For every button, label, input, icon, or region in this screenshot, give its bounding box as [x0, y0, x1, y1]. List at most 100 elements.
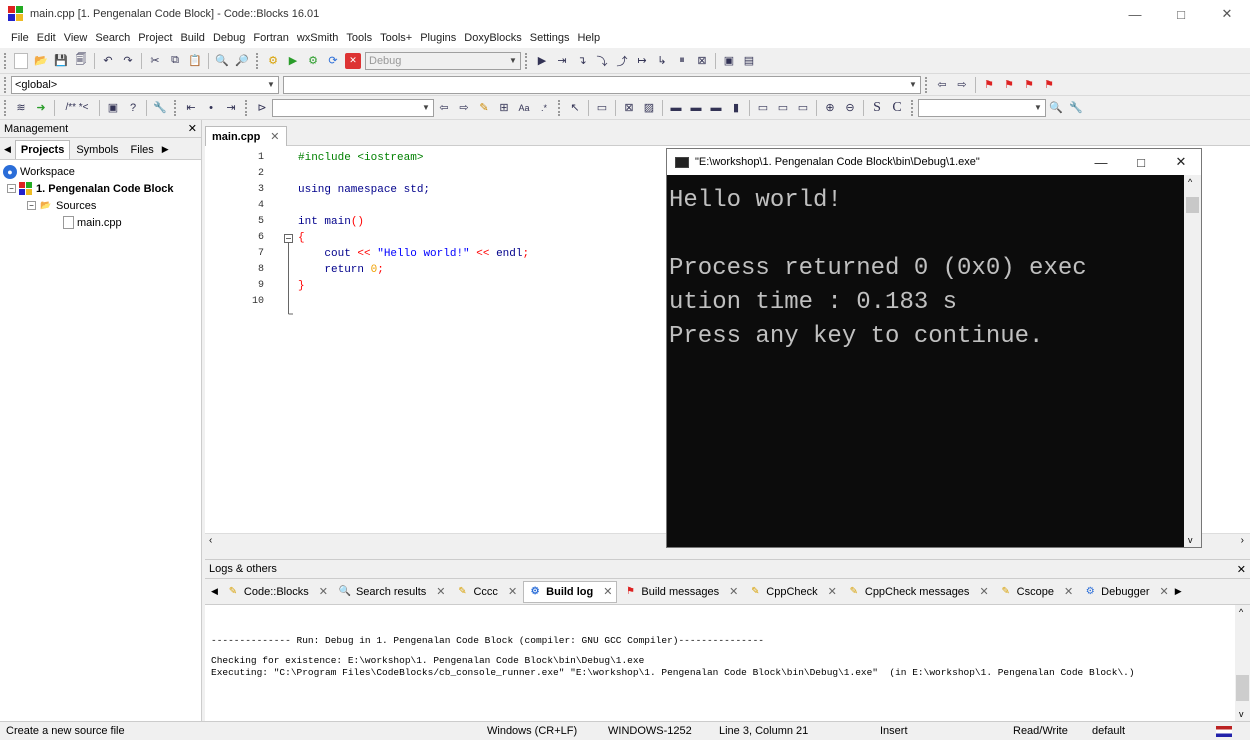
chm-icon[interactable]: ?: [125, 100, 141, 116]
incremental-search-input[interactable]: ▼: [272, 98, 434, 117]
s-icon[interactable]: S: [869, 100, 885, 116]
close-icon[interactable]: ✕: [979, 585, 988, 598]
build-log-output[interactable]: -------------- Run: Debug in 1. Pengenal…: [205, 605, 1235, 721]
log-tab-cppcheck-messages[interactable]: ✎ CppCheck messages ✕: [843, 581, 993, 603]
selected-text-icon[interactable]: ⊞: [496, 100, 512, 116]
block-comment-icon[interactable]: /** *<: [60, 100, 94, 116]
close-icon[interactable]: ✕: [436, 585, 445, 598]
console-window[interactable]: "E:\workshop\1. Pengenalan Code Block\bi…: [666, 148, 1202, 548]
tree-sources[interactable]: − 📂 Sources: [3, 197, 201, 214]
scroll-down-icon[interactable]: v: [1188, 535, 1193, 545]
match-case-icon[interactable]: Aa: [516, 100, 532, 116]
scroll-up-icon[interactable]: ^: [1239, 607, 1243, 617]
close-icon[interactable]: ✕: [729, 585, 738, 598]
layout-3-icon[interactable]: ▬: [708, 100, 724, 116]
bp-forward-icon[interactable]: ⇥: [223, 100, 239, 116]
scope-select[interactable]: <global> ▼: [11, 75, 279, 94]
step-instruction-icon[interactable]: ↳: [654, 53, 670, 69]
build-target-select[interactable]: Debug ▼: [365, 51, 521, 70]
box-3-icon[interactable]: ▭: [795, 100, 811, 116]
log-tab-search-results[interactable]: 🔍 Search results ✕: [334, 581, 450, 603]
layout-4-icon[interactable]: ▮: [728, 100, 744, 116]
search-icon[interactable]: 🔍: [1048, 100, 1064, 116]
menu-plugins[interactable]: Plugins: [416, 32, 460, 44]
highlight-all-icon[interactable]: ✎: [476, 100, 492, 116]
close-icon[interactable]: ✕: [603, 585, 612, 598]
log-tab-build-log[interactable]: ⚙ Build log ✕: [523, 580, 618, 603]
stop-debug-icon[interactable]: ⊠: [694, 53, 710, 69]
goto-icon[interactable]: ⊳: [254, 100, 270, 116]
image2-icon[interactable]: ▨: [641, 100, 657, 116]
menu-tools[interactable]: Tools: [342, 32, 376, 44]
settings-wrench-icon[interactable]: 🔧: [1068, 100, 1084, 116]
save-all-icon[interactable]: 🗐: [73, 53, 89, 69]
zoom-out-icon[interactable]: ⊖: [842, 100, 858, 116]
next-line-icon[interactable]: ↴: [574, 53, 590, 69]
undo-icon[interactable]: ↶: [100, 53, 116, 69]
redo-icon[interactable]: ↷: [120, 53, 136, 69]
bp-dot-icon[interactable]: •: [203, 100, 219, 116]
tab-scroll-right-icon[interactable]: ▶: [1175, 586, 1182, 597]
bookmark-clear-icon[interactable]: ⚑: [1041, 77, 1057, 93]
menu-file[interactable]: File: [7, 32, 33, 44]
menu-project[interactable]: Project: [134, 32, 176, 44]
menu-view[interactable]: View: [60, 32, 92, 44]
log-tab-cccc[interactable]: ✎ Cccc ✕: [451, 581, 521, 603]
log-tab-codeblocks[interactable]: ✎ Code::Blocks ✕: [222, 581, 332, 603]
jump-forward-icon[interactable]: ⇨: [954, 77, 970, 93]
tree-workspace[interactable]: ● Workspace: [3, 163, 201, 180]
tab-scroll-left-icon[interactable]: ◀: [4, 144, 11, 155]
open-icon[interactable]: 📂: [33, 53, 49, 69]
menu-build[interactable]: Build: [176, 32, 208, 44]
new-file-icon[interactable]: [14, 52, 28, 69]
console-minimize-button[interactable]: —: [1081, 149, 1121, 175]
scroll-up-icon[interactable]: ^: [1188, 177, 1192, 187]
collapse-icon[interactable]: −: [7, 184, 16, 193]
logs-scrollbar[interactable]: ^ v: [1235, 605, 1250, 721]
box-2-icon[interactable]: ▭: [775, 100, 791, 116]
jump-back-icon[interactable]: ⇦: [934, 77, 950, 93]
scroll-down-icon[interactable]: v: [1239, 709, 1244, 719]
tab-projects[interactable]: Projects: [14, 140, 71, 159]
select-icon[interactable]: ↖: [567, 100, 583, 116]
close-icon[interactable]: ✕: [508, 585, 517, 598]
doxy-run-icon[interactable]: ➜: [33, 100, 49, 116]
logs-scroll-thumb[interactable]: [1236, 675, 1249, 701]
editor-tab-close-button[interactable]: ✕: [270, 130, 279, 143]
tab-scroll-right-icon[interactable]: ▶: [162, 144, 169, 155]
highlight-icon[interactable]: ≋: [13, 100, 29, 116]
debug-start-icon[interactable]: ▶: [534, 53, 550, 69]
step-into-icon[interactable]: ⤵: [594, 53, 610, 69]
regex-icon[interactable]: .*: [536, 100, 552, 116]
log-tab-cppcheck[interactable]: ✎ CppCheck ✕: [744, 581, 841, 603]
close-icon[interactable]: ✕: [828, 585, 837, 598]
close-window-button[interactable]: ✕: [1204, 0, 1250, 28]
menu-wxsmith[interactable]: wxSmith: [293, 32, 343, 44]
toolbar-grip[interactable]: [4, 52, 7, 69]
bookmark-toggle-icon[interactable]: ⚑: [981, 77, 997, 93]
menu-edit[interactable]: Edit: [33, 32, 60, 44]
run-to-cursor-icon[interactable]: ⇥: [554, 53, 570, 69]
copy-icon[interactable]: ⧉: [167, 53, 183, 69]
run-icon[interactable]: ▶: [285, 53, 301, 69]
rect-icon[interactable]: ▭: [594, 100, 610, 116]
bp-back-icon[interactable]: ⇤: [183, 100, 199, 116]
tree-project[interactable]: − 1. Pengenalan Code Block: [3, 180, 201, 197]
search-prev-icon[interactable]: ⇦: [436, 100, 452, 116]
c-icon[interactable]: C: [889, 100, 905, 116]
log-tab-debugger[interactable]: ⚙ Debugger ✕: [1079, 581, 1173, 603]
log-tab-build-messages[interactable]: ⚑ Build messages ✕: [619, 581, 742, 603]
logs-close-button[interactable]: ✕: [1237, 563, 1246, 576]
tree-file-main[interactable]: main.cpp: [3, 214, 201, 231]
collapse-icon[interactable]: −: [27, 201, 36, 210]
search-next-icon[interactable]: ⇨: [456, 100, 472, 116]
box-1-icon[interactable]: ▭: [755, 100, 771, 116]
console-scrollbar[interactable]: ^ v: [1184, 175, 1201, 547]
paste-icon[interactable]: 📋: [187, 53, 203, 69]
scroll-left-icon[interactable]: ‹: [209, 535, 212, 546]
close-icon[interactable]: ✕: [319, 585, 328, 598]
scroll-right-icon[interactable]: ›: [1241, 535, 1244, 546]
bookmark-next-icon[interactable]: ⚑: [1021, 77, 1037, 93]
rebuild-icon[interactable]: ⟳: [325, 53, 341, 69]
debug-windows-icon[interactable]: ▣: [721, 53, 737, 69]
